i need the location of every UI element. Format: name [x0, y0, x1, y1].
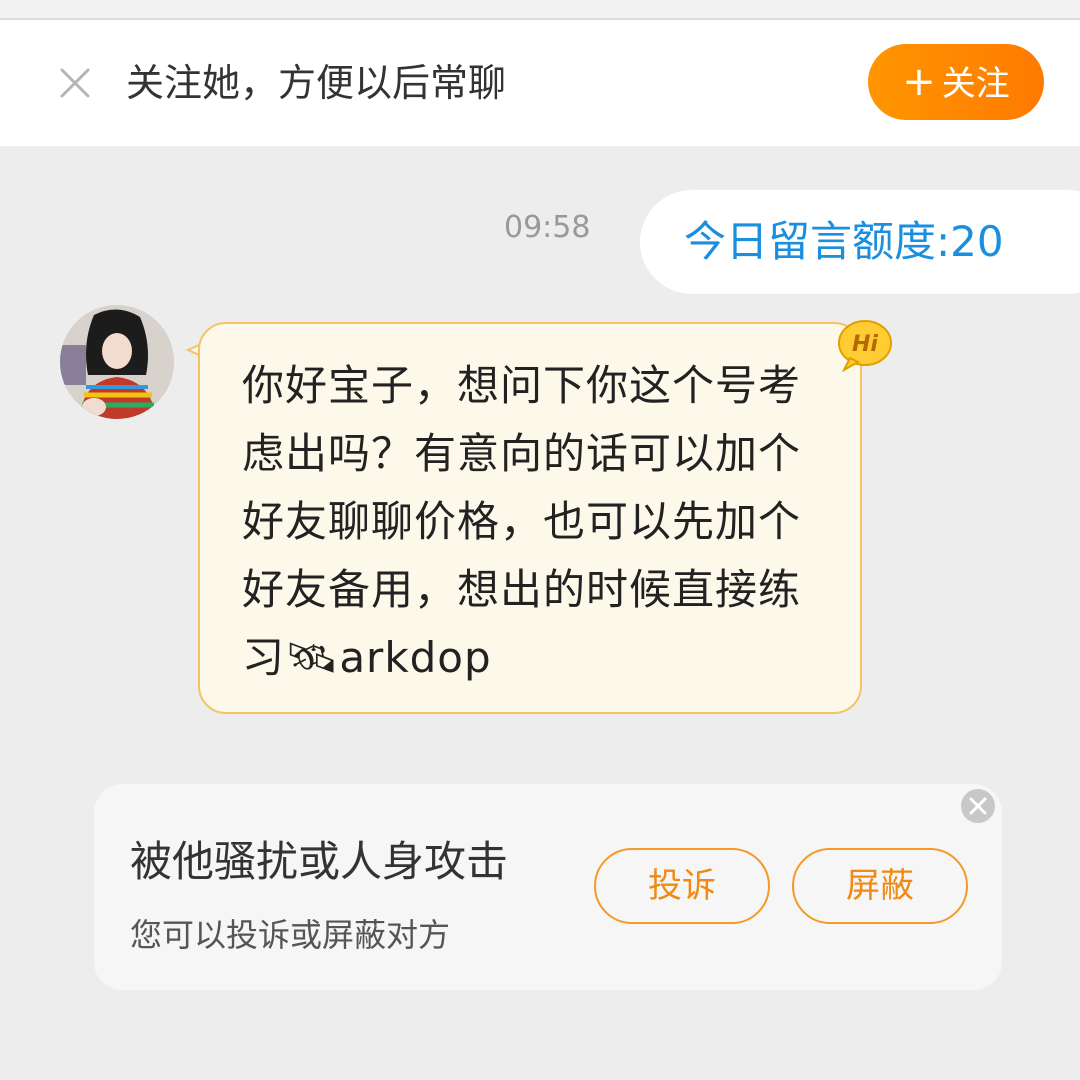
report-card: 被他骚扰或人身攻击 您可以投诉或屏蔽对方 投诉 屏蔽: [94, 784, 1002, 990]
hi-badge-icon: Hi: [838, 320, 892, 372]
report-subtitle: 您可以投诉或屏蔽对方: [130, 916, 451, 954]
report-title: 被他骚扰或人身攻击: [130, 837, 509, 886]
hi-badge-text: Hi: [852, 332, 878, 357]
incoming-message-text: 你好宝子，想问下你这个号考虑出吗？有意向的话可以加个好友聊聊价格，也可以先加个好…: [242, 361, 802, 682]
avatar[interactable]: [60, 305, 174, 419]
close-circle-icon[interactable]: [960, 788, 996, 824]
follow-button-label: 关注: [941, 64, 1010, 104]
follow-banner: 关注她，方便以后常聊 + 关注: [0, 20, 1080, 146]
message-timestamp: 09:58: [504, 210, 591, 245]
close-icon[interactable]: [56, 64, 94, 102]
incoming-message-bubble[interactable]: 你好宝子，想问下你这个号考虑出吗？有意向的话可以加个好友聊聊价格，也可以先加个好…: [198, 322, 862, 714]
status-strip: [0, 0, 1080, 20]
follow-prompt: 关注她，方便以后常聊: [126, 61, 507, 105]
follow-button[interactable]: + 关注: [868, 44, 1044, 120]
plus-icon: +: [902, 59, 936, 105]
quota-message-bubble: 今日留言额度:20: [640, 190, 1080, 294]
block-button[interactable]: 屏蔽: [792, 848, 968, 924]
complain-button[interactable]: 投诉: [594, 848, 770, 924]
